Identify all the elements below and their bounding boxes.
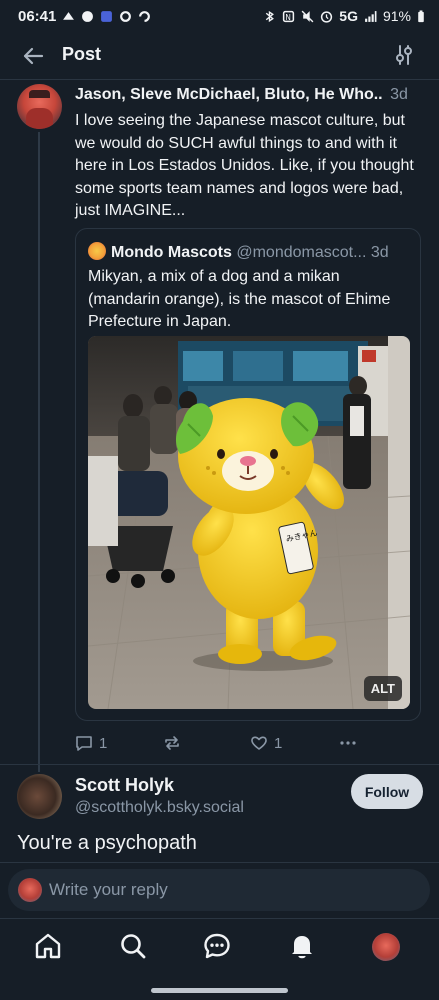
arrow-left-icon[interactable]	[20, 43, 46, 69]
reply-count: 1	[99, 734, 108, 752]
divider	[0, 764, 439, 765]
avatar[interactable]	[17, 774, 62, 819]
svg-text:N: N	[286, 12, 292, 21]
reply-body: You're a psychopath	[17, 832, 197, 854]
repost-action[interactable]	[163, 732, 181, 754]
reply-placeholder[interactable]: Write your reply	[49, 880, 168, 900]
mascot-photo: みきゃん	[88, 336, 410, 709]
reply-action[interactable]: 1	[75, 732, 107, 754]
post-actions: 1 1	[75, 732, 365, 754]
avatar[interactable]	[372, 933, 400, 961]
page-title: Post	[62, 44, 102, 64]
home-indicator[interactable]	[151, 988, 288, 993]
mute-icon	[301, 10, 314, 22]
nav-home[interactable]	[33, 931, 63, 961]
post-meta: Jason, Sleve McDichael, Bluto, He Who.. …	[75, 86, 425, 104]
reply-composer[interactable]: Write your reply	[8, 869, 430, 911]
heart-icon	[251, 736, 267, 750]
post-author[interactable]: Jason, Sleve McDichael, Bluto, He Who..	[75, 86, 383, 103]
status-time: 06:41	[18, 7, 57, 25]
quoted-timestamp: 3d	[370, 244, 389, 261]
reply-author[interactable]: Scott Holyk	[75, 775, 174, 796]
repost-icon	[165, 736, 179, 750]
post-image[interactable]: みきゃん ALT	[88, 336, 410, 709]
status-bar: 06:41 N 5G 91%	[0, 0, 439, 32]
alt-badge[interactable]: ALT	[363, 676, 402, 701]
nav-notifications[interactable]	[287, 931, 317, 961]
bluetooth-icon	[266, 10, 275, 22]
reply-handle[interactable]: @scottholyk.bsky.social	[75, 799, 244, 817]
speech-bubble-icon	[76, 736, 92, 751]
battery-level: 91%	[382, 8, 411, 24]
notification-icon	[139, 10, 151, 22]
quoted-post-meta: Mondo Mascots @mondomascot... 3d	[88, 242, 410, 262]
battery-icon	[418, 9, 424, 22]
divider	[0, 862, 439, 863]
notification-icon	[63, 11, 75, 20]
avatar	[18, 878, 42, 902]
avatar	[88, 242, 106, 260]
notification-icon	[82, 10, 94, 22]
nav-chat[interactable]	[202, 931, 232, 961]
post-header: Post	[0, 32, 439, 80]
avatar[interactable]	[17, 84, 62, 129]
ellipsis-icon	[340, 741, 356, 745]
chat-icon	[204, 933, 230, 959]
more-action[interactable]	[339, 732, 357, 754]
quoted-body: Mikyan, a mix of a dog and a mikan (mand…	[88, 268, 391, 330]
notification-icon	[120, 10, 132, 22]
like-action[interactable]: 1	[250, 732, 282, 754]
quoted-handle: @mondomascot...	[236, 244, 367, 261]
nfc-icon: N	[283, 10, 295, 22]
quoted-author: Mondo Mascots	[111, 244, 232, 261]
post-body: I love seeing the Japanese mascot cultur…	[75, 112, 414, 219]
sliders-icon[interactable]	[393, 44, 415, 66]
follow-button[interactable]: Follow	[351, 774, 423, 809]
quoted-post[interactable]: Mondo Mascots @mondomascot... 3d Mikyan,…	[75, 228, 421, 721]
notification-icon	[101, 10, 113, 22]
signal-icon	[365, 10, 377, 22]
home-icon	[35, 933, 61, 959]
thread-line	[38, 132, 40, 772]
search-icon	[121, 934, 146, 959]
like-count: 1	[274, 734, 283, 752]
network-type: 5G	[339, 8, 358, 24]
bell-icon	[292, 936, 312, 959]
nav-search[interactable]	[118, 931, 148, 961]
alarm-icon	[321, 10, 333, 23]
post-timestamp: 3d	[390, 86, 408, 103]
